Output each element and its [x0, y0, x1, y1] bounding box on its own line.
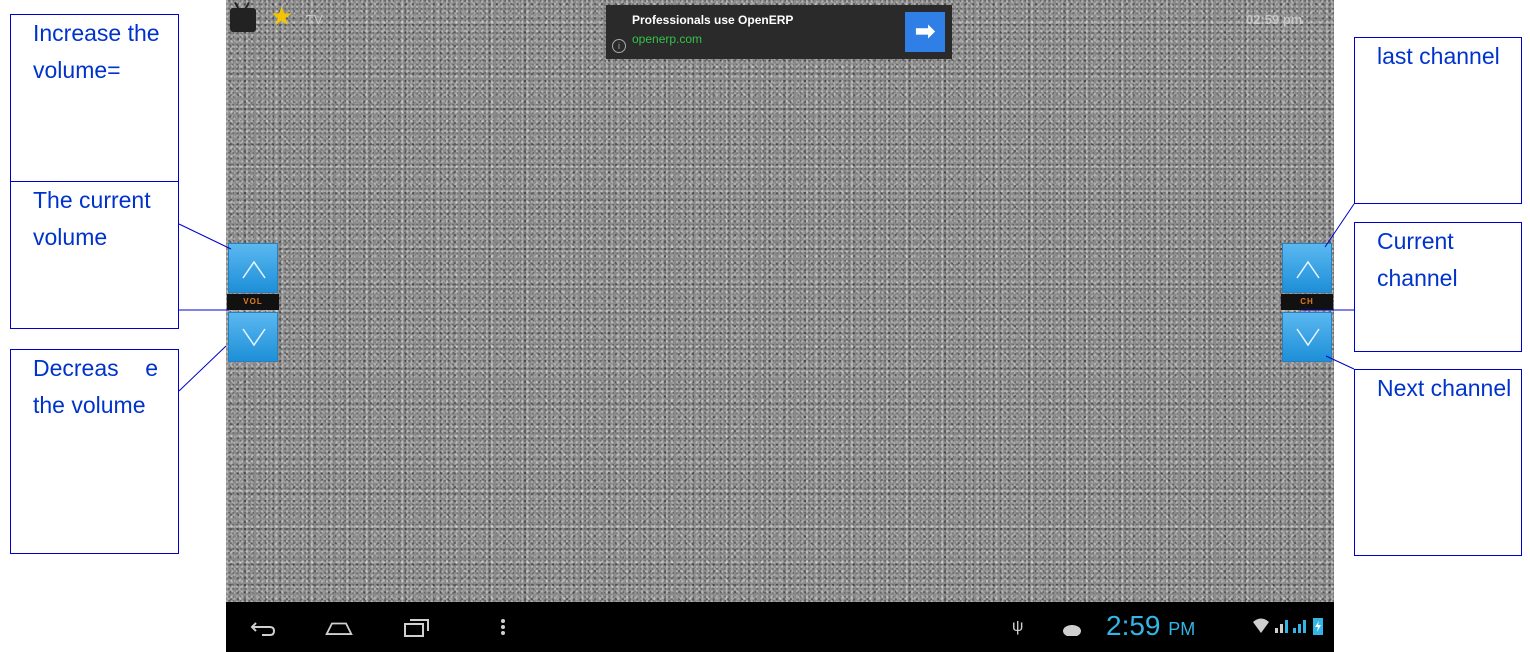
leader-line: [178, 345, 227, 392]
leader-line: [178, 223, 232, 250]
leader-line: [1324, 203, 1355, 248]
callout-leader-lines: [178, 203, 1355, 392]
leader-line: [1325, 355, 1355, 370]
